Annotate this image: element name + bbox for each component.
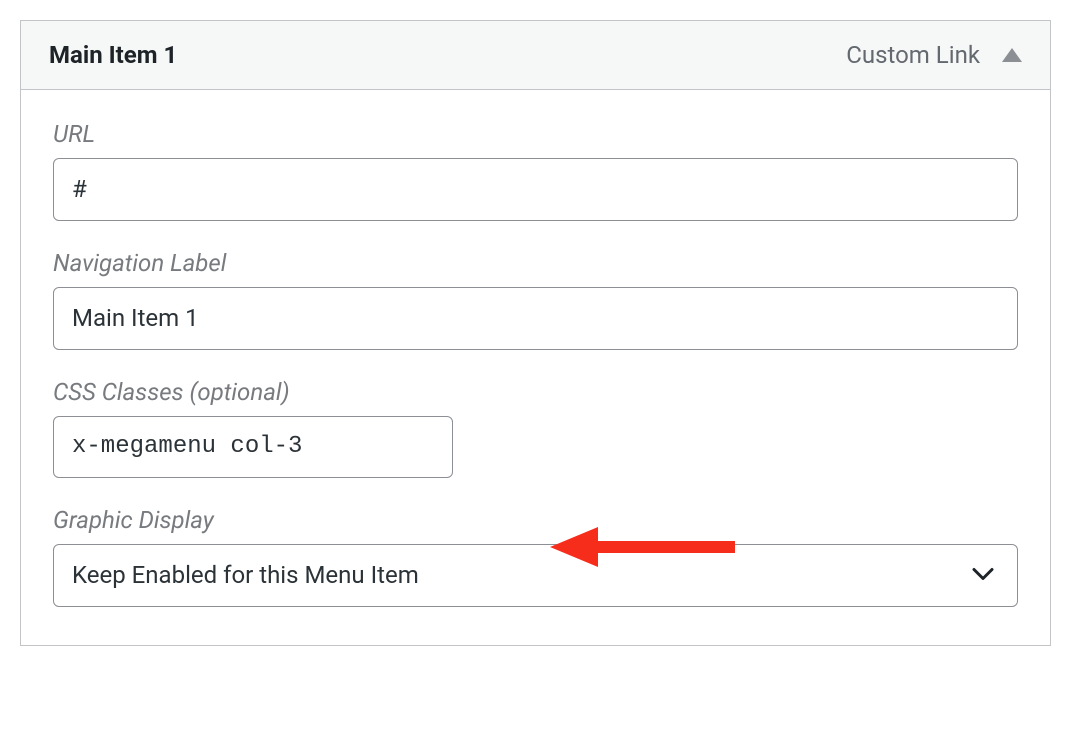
menu-item-content: URL Navigation Label CSS Classes (option… bbox=[21, 90, 1050, 645]
css-classes-input[interactable] bbox=[53, 416, 453, 479]
css-classes-label: CSS Classes (optional) bbox=[53, 378, 1018, 406]
nav-label-input[interactable] bbox=[53, 287, 1018, 350]
graphic-display-label: Graphic Display bbox=[53, 506, 1018, 534]
collapse-icon[interactable] bbox=[1002, 48, 1022, 62]
graphic-display-field-group: Graphic Display Keep Enabled for this Me… bbox=[53, 506, 1018, 607]
menu-item-type-section: Custom Link bbox=[846, 41, 1022, 69]
menu-item-type-label: Custom Link bbox=[846, 41, 980, 69]
menu-item-title: Main Item 1 bbox=[49, 41, 177, 69]
nav-label-label: Navigation Label bbox=[53, 249, 1018, 277]
nav-label-field-group: Navigation Label bbox=[53, 249, 1018, 350]
url-field-group: URL bbox=[53, 120, 1018, 221]
url-label: URL bbox=[53, 120, 1018, 148]
css-classes-field-group: CSS Classes (optional) bbox=[53, 378, 1018, 479]
select-wrapper: Keep Enabled for this Menu Item bbox=[53, 544, 1018, 607]
url-input[interactable] bbox=[53, 158, 1018, 221]
menu-item-panel: Main Item 1 Custom Link URL Navigation L… bbox=[20, 20, 1051, 646]
graphic-display-select[interactable]: Keep Enabled for this Menu Item bbox=[53, 544, 1018, 607]
menu-item-header[interactable]: Main Item 1 Custom Link bbox=[21, 21, 1050, 90]
